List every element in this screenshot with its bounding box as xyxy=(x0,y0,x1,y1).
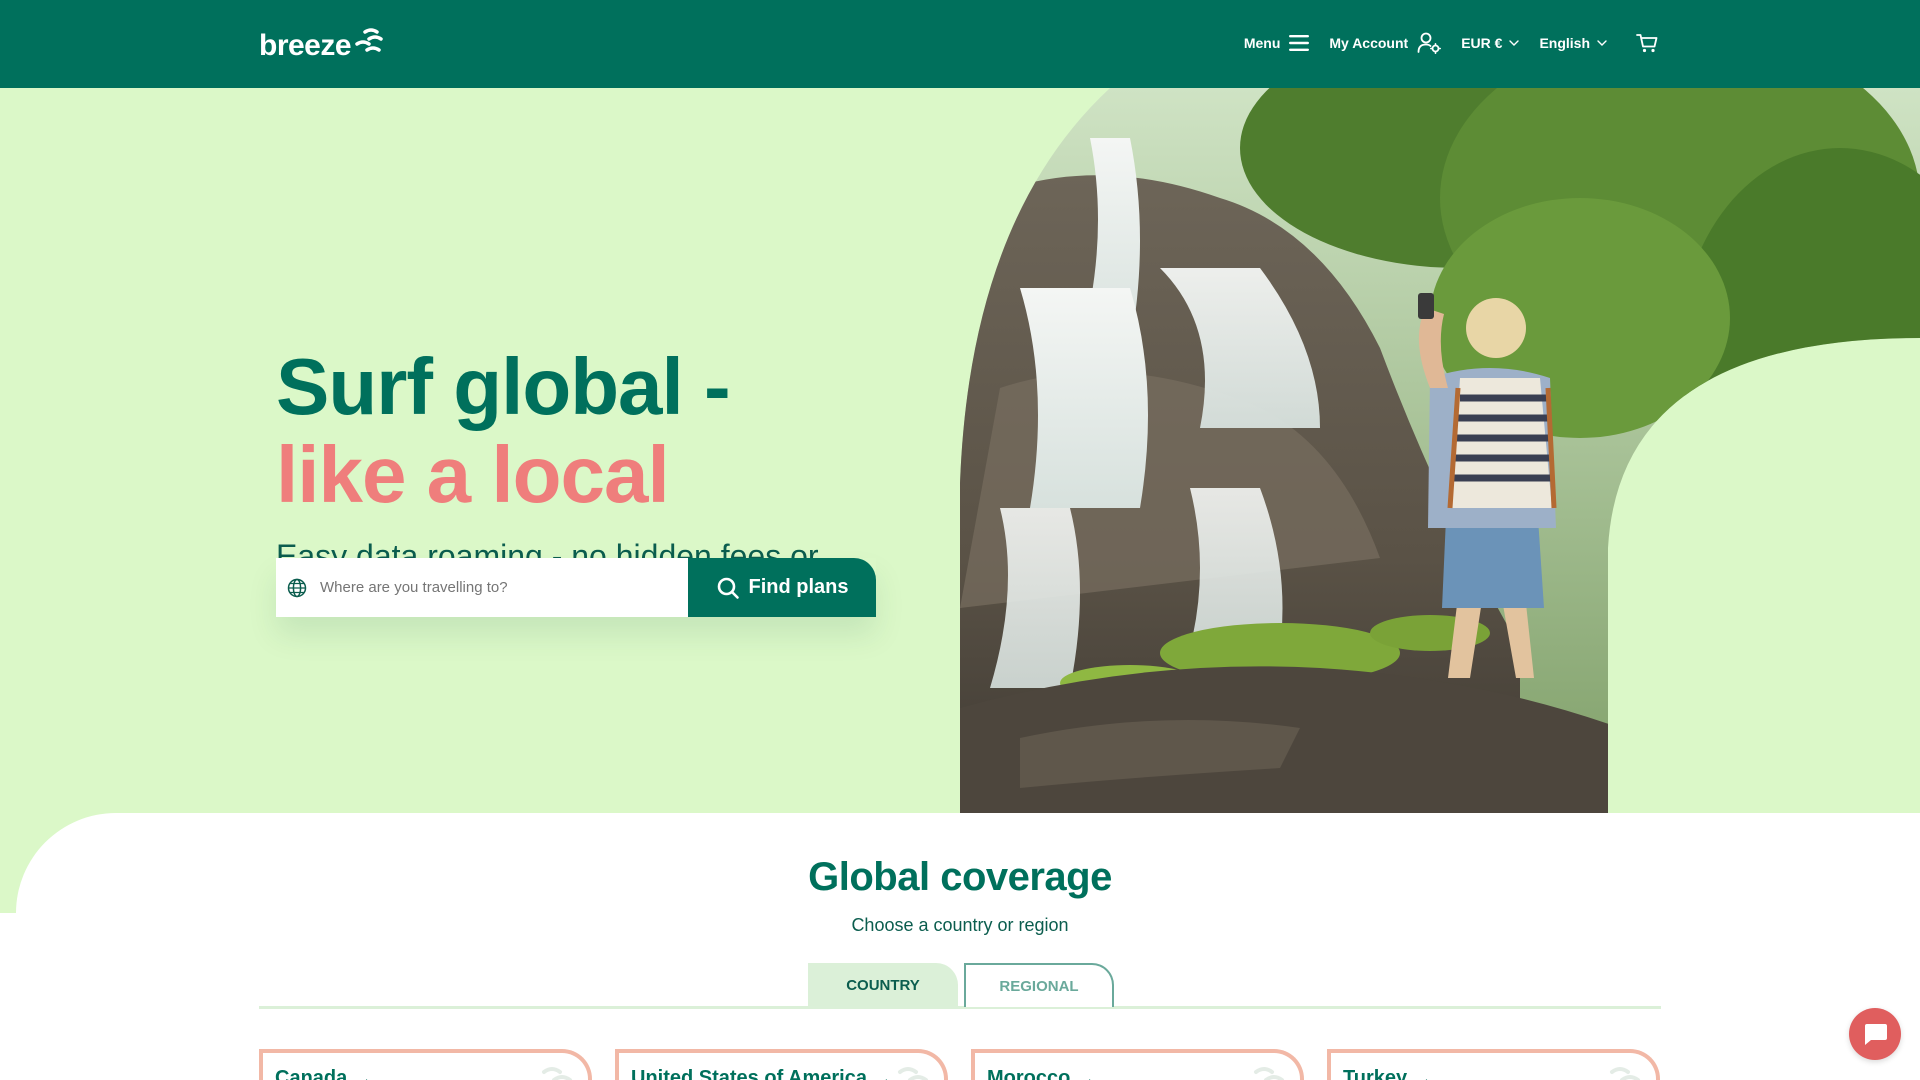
my-account-button[interactable]: My Account xyxy=(1329,32,1442,54)
country-card-label: Morocco → xyxy=(987,1067,1095,1080)
coverage-title: Global coverage xyxy=(808,855,1112,899)
country-card-label: Canada → xyxy=(275,1067,372,1080)
chat-bubble-icon xyxy=(1865,1024,1887,1045)
arrow-right-icon: → xyxy=(1078,1069,1096,1080)
breeze-wave-icon xyxy=(1254,1067,1284,1080)
chevron-down-icon xyxy=(1509,40,1520,46)
hero-title-line2: like a local xyxy=(276,430,670,519)
menu-button[interactable]: Menu xyxy=(1244,35,1310,51)
country-name: Turkey xyxy=(1343,1067,1408,1080)
menu-label: Menu xyxy=(1243,35,1281,51)
language-selector[interactable]: English xyxy=(1539,35,1607,51)
chevron-down-icon xyxy=(1597,40,1607,46)
brand-logo[interactable]: breeze xyxy=(259,28,383,62)
country-card[interactable]: Morocco → xyxy=(971,1049,1304,1080)
tab-country[interactable]: COUNTRY xyxy=(808,963,958,1007)
find-plans-button[interactable]: Find plans xyxy=(688,558,876,617)
hero-photo xyxy=(960,88,1920,813)
breeze-wave-icon xyxy=(1610,1067,1640,1080)
section-corner-curve xyxy=(16,813,216,1013)
destination-search: Find plans xyxy=(276,558,876,617)
currency-selector[interactable]: EUR € xyxy=(1461,35,1520,51)
search-icon xyxy=(717,577,739,599)
currency-label: EUR € xyxy=(1461,35,1503,51)
breeze-wave-icon xyxy=(355,28,383,52)
country-card[interactable]: United States of America → xyxy=(615,1049,948,1080)
chat-button[interactable] xyxy=(1849,1008,1901,1060)
arrow-right-icon: → xyxy=(355,1069,373,1080)
globe-icon xyxy=(287,578,307,597)
hamburger-icon xyxy=(1289,35,1310,51)
country-card-list: Canada → United States of America → Morocc… xyxy=(259,1049,1661,1080)
breeze-wave-icon xyxy=(542,1067,572,1080)
header-nav: Menu My Account EUR € English xyxy=(1244,28,1658,58)
coverage-section xyxy=(0,813,1920,1080)
hero-title: Surf global - like a local xyxy=(276,342,731,519)
arrow-right-icon: → xyxy=(875,1069,892,1080)
country-card-label: United States of America → xyxy=(631,1067,892,1080)
hero-section: Surf global - like a local Easy data roa… xyxy=(0,88,1920,813)
user-gear-icon xyxy=(1417,32,1442,54)
language-label: English xyxy=(1539,35,1590,51)
cart-button[interactable] xyxy=(1627,33,1658,53)
country-card[interactable]: Canada → xyxy=(259,1049,592,1080)
country-name: Morocco xyxy=(987,1067,1071,1080)
coverage-subtitle: Choose a country or region xyxy=(851,915,1069,935)
country-name: United States of America xyxy=(631,1067,867,1080)
tab-regional[interactable]: REGIONAL xyxy=(964,963,1114,1007)
coverage-tabs: COUNTRY REGIONAL xyxy=(259,961,1661,1009)
breeze-wave-icon xyxy=(898,1067,928,1080)
country-card[interactable]: Turkey → xyxy=(1327,1049,1660,1080)
cart-icon xyxy=(1636,34,1658,53)
account-label: My Account xyxy=(1329,35,1409,51)
country-card-label: Turkey → xyxy=(1343,1067,1432,1080)
destination-input[interactable] xyxy=(320,579,660,596)
country-name: Canada xyxy=(275,1067,348,1080)
hero-title-line1: Surf global - xyxy=(276,342,731,431)
arrow-right-icon: → xyxy=(1415,1069,1433,1080)
site-header: breeze Menu My Account EUR € English xyxy=(0,0,1920,88)
find-plans-label: Find plans xyxy=(748,576,849,598)
brand-name: breeze xyxy=(259,29,352,62)
search-field[interactable] xyxy=(276,558,688,617)
